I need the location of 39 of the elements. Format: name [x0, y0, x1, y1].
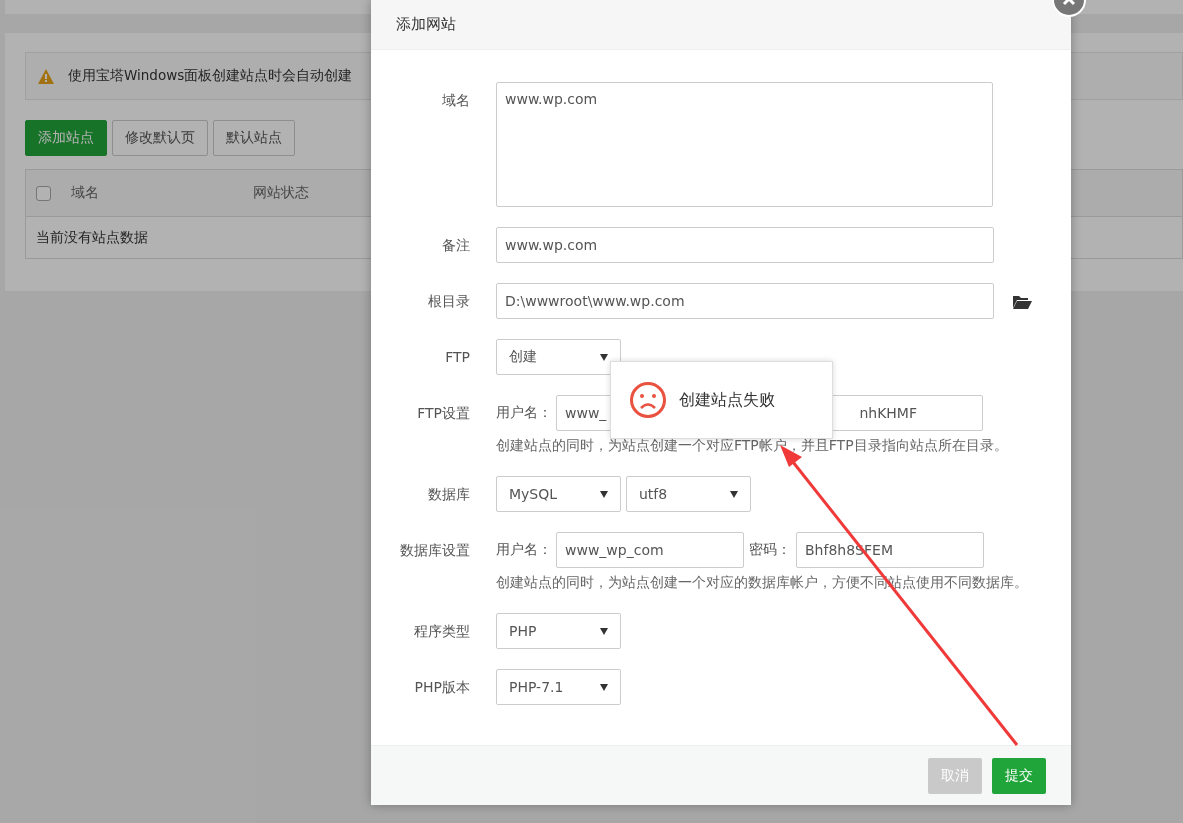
column-header: 网站状态	[253, 184, 309, 200]
field-label: PHP版本	[413, 678, 470, 697]
folder-icon[interactable]	[1013, 293, 1032, 309]
field-label: 数据库设置	[399, 541, 470, 560]
notice-text: 使用宝塔Windows面板创建站点时会自动创建	[68, 67, 353, 85]
field-label: 数据库	[427, 485, 470, 504]
domain-textarea[interactable]: www.wp.com	[496, 82, 993, 207]
caret-icon	[730, 490, 738, 498]
field-label: FTP设置	[416, 404, 470, 423]
toast-message: 创建站点失败	[679, 389, 775, 411]
select-field[interactable]: MySQL	[496, 476, 621, 512]
toolbar-button[interactable]: 默认站点	[213, 120, 295, 156]
field-label: 域名	[441, 91, 470, 110]
sad-face-icon	[629, 381, 667, 419]
field-label: FTP	[444, 348, 470, 367]
toolbar-button[interactable]: 修改默认页	[112, 120, 208, 156]
caret-icon	[600, 353, 608, 361]
field-label: 备注	[441, 236, 470, 255]
help-text: 创建站点的同时，为站点创建一个对应FTP帐户，并且FTP目录指向站点所在目录。	[496, 436, 1009, 455]
input-field[interactable]: www.wp.com	[496, 227, 994, 263]
caret-icon	[600, 683, 608, 691]
field-label: 用户名：	[496, 541, 551, 559]
field-label: 程序类型	[413, 622, 470, 641]
select-field[interactable]: PHP	[496, 613, 621, 649]
caret-icon	[600, 490, 608, 498]
select-field[interactable]: utf8	[626, 476, 751, 512]
empty-message: 当前没有站点数据	[36, 228, 148, 247]
field-label: 密码：	[749, 541, 791, 559]
field-label: 根目录	[427, 292, 470, 311]
field-label: 用户名：	[496, 404, 551, 422]
select-field[interactable]: PHP-7.1	[496, 669, 621, 705]
username-field[interactable]: www_wp_com	[556, 532, 744, 568]
path-field[interactable]: D:\wwwroot\www.wp.com	[496, 283, 994, 319]
warning-icon	[38, 68, 54, 84]
dialog-title: 添加网站	[396, 15, 456, 34]
column-header: 域名	[71, 184, 99, 200]
checkbox[interactable]	[36, 185, 51, 201]
select-field[interactable]: 创建	[496, 339, 621, 375]
caret-icon	[600, 627, 608, 635]
